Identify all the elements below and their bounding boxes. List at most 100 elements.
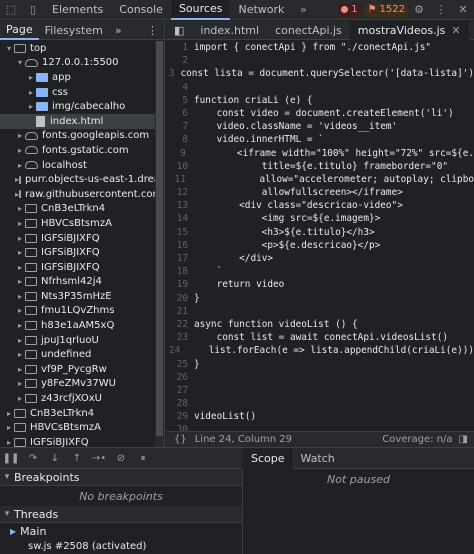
line-number[interactable]: 16 xyxy=(166,239,194,252)
tree-item[interactable]: ▸fonts.gstatic.com xyxy=(0,143,155,158)
threads-header[interactable]: ▾Threads xyxy=(0,506,242,523)
tree-item[interactable]: ▸IGFSiBJIXFQ xyxy=(0,245,155,260)
line-number[interactable]: 21 xyxy=(166,305,194,318)
code-line[interactable]: 19 return video xyxy=(166,278,474,291)
line-number[interactable]: 7 xyxy=(166,120,194,133)
close-tab-icon[interactable]: ✕ xyxy=(451,24,460,37)
chevron-right-icon[interactable]: ▸ xyxy=(15,350,25,359)
code-line[interactable]: 23 const list = await conectApi.videosLi… xyxy=(166,331,474,344)
chevron-right-icon[interactable]: ▸ xyxy=(26,88,36,97)
tree-item[interactable]: ▸img/cabecalho xyxy=(0,99,155,114)
tab-watch[interactable]: Watch xyxy=(293,448,343,469)
line-number[interactable]: 8 xyxy=(166,133,194,146)
tab-elements[interactable]: Elements xyxy=(44,0,111,20)
code-lines[interactable]: 1import { conectApi } from "./conectApi.… xyxy=(166,41,474,431)
chevron-right-icon[interactable]: ▸ xyxy=(15,306,25,315)
tree-item[interactable]: index.html xyxy=(0,114,155,129)
code-line[interactable]: 9 <iframe width="100%" height="72%" src=… xyxy=(166,147,474,160)
chevron-right-icon[interactable]: ▸ xyxy=(26,102,36,111)
chevron-right-icon[interactable]: ▸ xyxy=(15,379,25,388)
code-line[interactable]: 8 video.innerHTML = ` xyxy=(166,133,474,146)
chevron-right-icon[interactable]: ▸ xyxy=(15,248,25,257)
line-number[interactable]: 18 xyxy=(166,265,194,278)
chevron-right-icon[interactable]: ▸ xyxy=(15,204,25,213)
code-line[interactable]: 25} xyxy=(166,358,474,371)
step-out-icon[interactable]: ↑ xyxy=(66,453,88,464)
line-number[interactable]: 25 xyxy=(166,358,194,371)
chevron-right-icon[interactable]: ▸ xyxy=(4,423,14,432)
step-over-icon[interactable]: ↷ xyxy=(22,453,44,464)
code-line[interactable]: 3const lista = document.querySelector('[… xyxy=(166,67,474,80)
editor-tab-conectapi-js[interactable]: conectApi.js xyxy=(267,21,350,40)
tree-item[interactable]: ▸jpuJ1qrluoU xyxy=(0,333,155,348)
chevron-right-icon[interactable]: ▸ xyxy=(15,277,25,286)
code-line[interactable]: 27 xyxy=(166,384,474,397)
toggle-navigator-icon[interactable]: ◧ xyxy=(166,21,192,40)
code-line[interactable]: 4 xyxy=(166,81,474,94)
tree-item[interactable]: ▸HBVCsBtsmzA xyxy=(0,216,155,231)
tree-item[interactable]: ▸localhost xyxy=(0,158,155,173)
chevron-down-icon[interactable]: ▾ xyxy=(15,58,25,67)
line-number[interactable]: 17 xyxy=(166,252,194,265)
line-number[interactable]: 20 xyxy=(166,292,194,305)
chevron-right-icon[interactable]: ▸ xyxy=(4,438,14,447)
code-line[interactable]: 15 <h3>${e.titulo}</h3> xyxy=(166,226,474,239)
chevron-right-icon[interactable]: ▸ xyxy=(15,234,25,243)
tab-console[interactable]: Console xyxy=(111,0,171,20)
tree-item[interactable]: ▸z43rcfjXOxU xyxy=(0,391,155,406)
tree-item[interactable]: ▾127.0.0.1:5500 xyxy=(0,56,155,71)
chevron-right-icon[interactable]: ▸ xyxy=(4,409,14,418)
line-number[interactable]: 28 xyxy=(166,397,194,410)
line-number[interactable]: 22 xyxy=(166,318,194,331)
code-line[interactable]: 7 video.className = 'videos__item' xyxy=(166,120,474,133)
tab-network[interactable]: Network xyxy=(230,0,292,20)
chevron-right-icon[interactable]: ▸ xyxy=(15,161,25,170)
chevron-right-icon[interactable]: ▸ xyxy=(15,365,25,374)
close-icon[interactable]: ✕ xyxy=(452,0,474,20)
kebab-menu-icon[interactable]: ⋮ xyxy=(430,0,452,20)
code-line[interactable]: 26 xyxy=(166,371,474,384)
tree-item[interactable]: ▸h83e1aAM5xQ xyxy=(0,318,155,333)
code-line[interactable]: 11 allow="accelerometer; autoplay; clipb… xyxy=(166,173,474,186)
chevron-right-icon[interactable]: ▸ xyxy=(15,394,25,403)
code-line[interactable]: 29videoList() xyxy=(166,410,474,423)
tree-item[interactable]: ▸CnB3eLTrkn4 xyxy=(0,202,155,217)
step-icon[interactable]: →• xyxy=(88,453,110,464)
code-line[interactable]: 12 allowfullscreen></iframe> xyxy=(166,186,474,199)
more-tabs-icon[interactable]: » xyxy=(292,0,314,20)
more-editor-tabs-icon[interactable]: » xyxy=(469,21,474,40)
pause-on-exceptions-icon[interactable]: ⏸ xyxy=(132,453,154,464)
settings-gear-icon[interactable]: ⚙ xyxy=(408,0,430,20)
code-line[interactable]: 13 <div class="descricao-video"> xyxy=(166,199,474,212)
line-number[interactable]: 12 xyxy=(166,186,194,199)
chevron-down-icon[interactable]: ▾ xyxy=(4,44,14,53)
chevron-right-icon[interactable]: ▸ xyxy=(15,263,25,272)
editor-tab-index-html[interactable]: index.html xyxy=(192,21,267,40)
code-line[interactable]: 22async function videoList () { xyxy=(166,318,474,331)
tree-item[interactable]: ▸Nts3P35mHzE xyxy=(0,289,155,304)
line-number[interactable]: 5 xyxy=(166,94,194,107)
warning-count-badge[interactable]: ⚑1522 xyxy=(365,3,408,17)
line-number[interactable]: 13 xyxy=(166,199,194,212)
tree-item[interactable]: ▸vf9P_PycgRw xyxy=(0,362,155,377)
tab-filesystem[interactable]: Filesystem xyxy=(39,21,109,40)
line-number[interactable]: 6 xyxy=(166,107,194,120)
line-number[interactable]: 11 xyxy=(166,173,192,186)
tree-item[interactable]: ▸css xyxy=(0,85,155,100)
line-number[interactable]: 1 xyxy=(166,41,194,54)
tree-item[interactable]: ▸y8FeZMv37WU xyxy=(0,377,155,392)
code-line[interactable]: 24 list.forEach(e => lista.appendChild(c… xyxy=(166,344,474,357)
tree-item[interactable]: ▸Nfrhsml42j4 xyxy=(0,275,155,290)
line-number[interactable]: 15 xyxy=(166,226,194,239)
chevron-right-icon[interactable]: ▸ xyxy=(15,219,25,228)
code-line[interactable]: 16 <p>${e.descricao}</p> xyxy=(166,239,474,252)
line-number[interactable]: 10 xyxy=(166,160,194,173)
code-line[interactable]: 18 ` xyxy=(166,265,474,278)
tree-item[interactable]: ▾top xyxy=(0,41,155,56)
tree-item[interactable]: ▸app xyxy=(0,70,155,85)
code-line[interactable]: 30 xyxy=(166,423,474,431)
code-line[interactable]: 6 const video = document.createElement('… xyxy=(166,107,474,120)
line-number[interactable]: 29 xyxy=(166,410,194,423)
chevron-right-icon[interactable]: ▸ xyxy=(15,336,25,345)
line-number[interactable]: 2 xyxy=(166,54,194,67)
